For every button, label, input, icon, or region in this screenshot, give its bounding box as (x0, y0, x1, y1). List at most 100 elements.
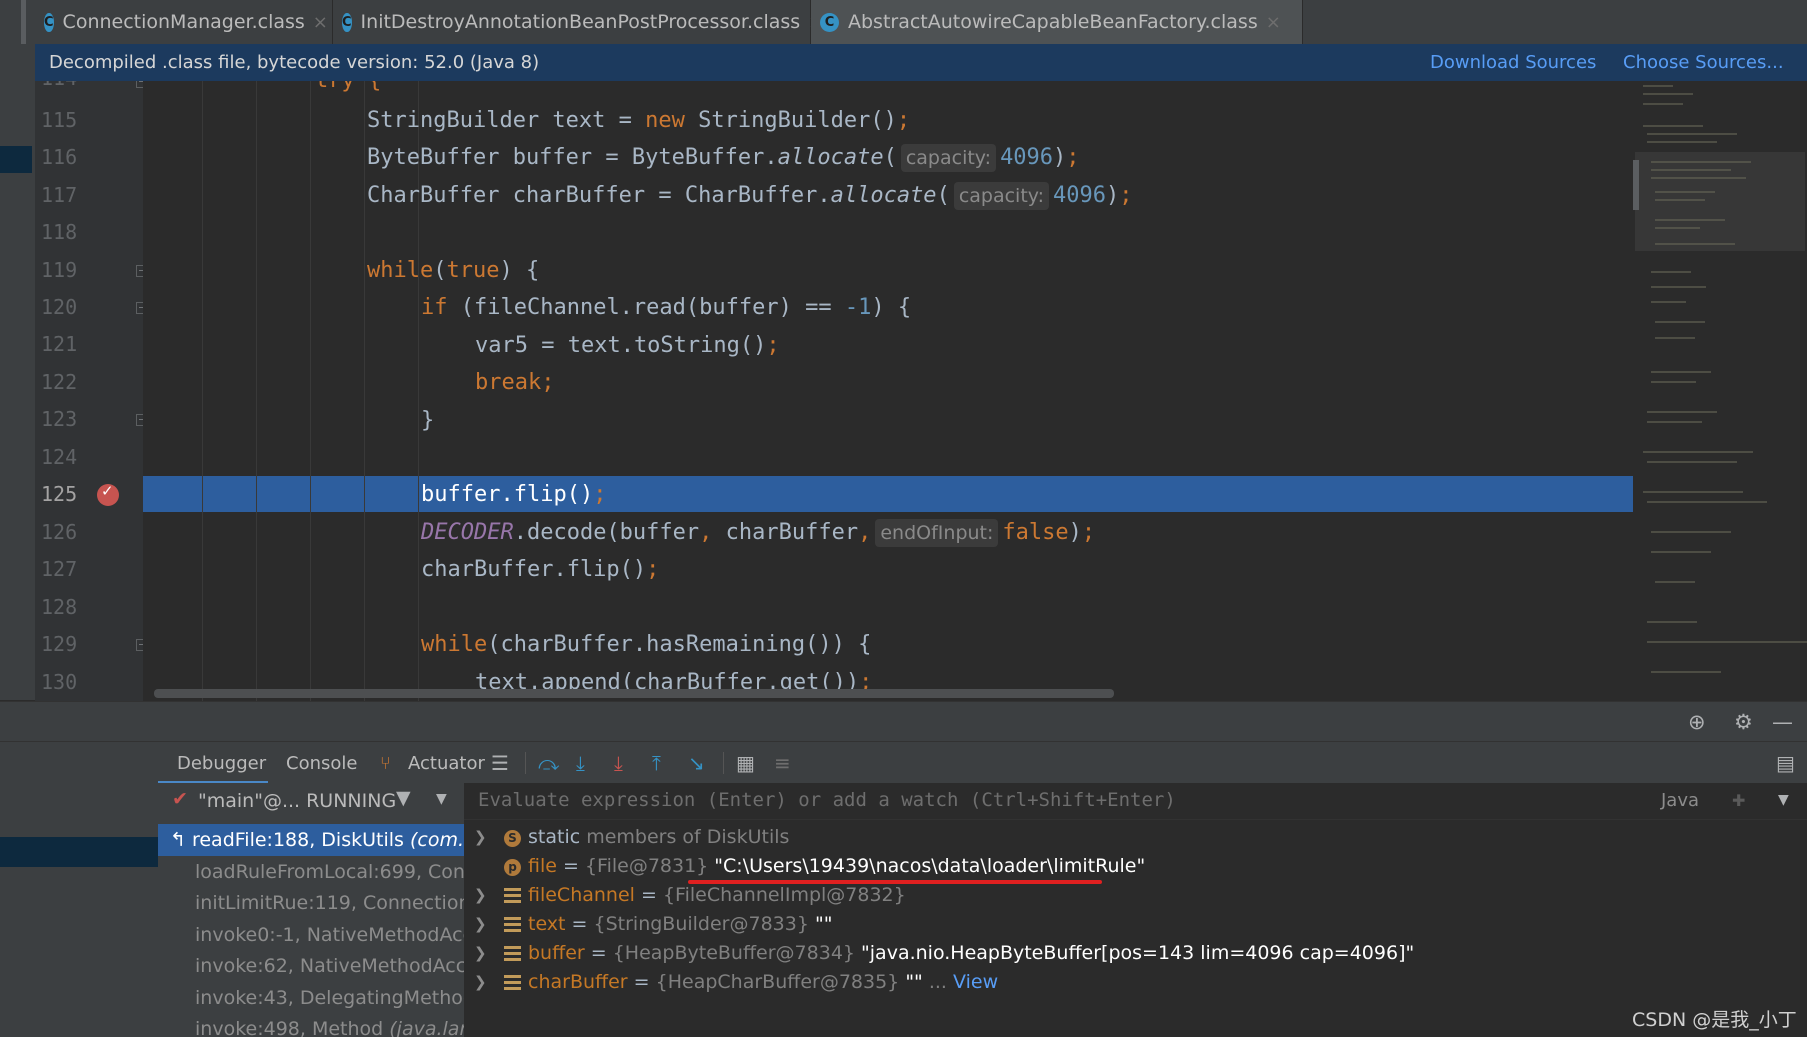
code-line-125: buffer.flip(); (421, 477, 606, 513)
tab-init-destroy[interactable]: C InitDestroyAnnotationBeanPostProcessor… (333, 0, 823, 44)
line-number: 116 (41, 145, 78, 169)
thread-selector[interactable]: ✔ "main"@... RUNNING ▼ ▼ (158, 783, 464, 819)
equals: = (584, 942, 613, 964)
fold-marker[interactable] (136, 265, 143, 277)
static-icon: S (504, 830, 521, 847)
keyword: break (475, 370, 542, 395)
expand-arrow-icon[interactable]: ❯ (474, 881, 487, 910)
tab-label: AbstractAutowireCapableBeanFactory.class (848, 11, 1258, 33)
code-line-129: while(charBuffer.hasRemaining()) { (421, 627, 871, 663)
chevron-down-icon[interactable]: ▼ (1778, 792, 1789, 808)
line-number: 123 (41, 407, 78, 431)
view-link[interactable]: View (947, 971, 998, 993)
code-text: ) (1053, 145, 1067, 170)
variable-ref: {HeapByteBuffer@7834} (612, 942, 855, 964)
code-line-115: StringBuilder text = new StringBuilder()… (367, 103, 910, 139)
minimap-viewport[interactable] (1635, 152, 1805, 251)
stack-frame[interactable]: loadRuleFromLocal:699, Conne (158, 856, 464, 888)
layout-icon[interactable]: ▤ (1776, 751, 1795, 775)
expand-arrow-icon[interactable]: ❯ (474, 968, 487, 997)
variable-name: buffer (528, 942, 585, 964)
minimize-icon[interactable]: — (1772, 710, 1793, 734)
stack-frame[interactable]: initLimitRue:119, ConnectionM (158, 887, 464, 919)
static-members-label: members of DiskUtils (580, 826, 790, 848)
line-number: 121 (41, 332, 78, 356)
filter-icon[interactable]: ▼ (396, 787, 411, 809)
expand-arrow-icon[interactable]: ❯ (474, 823, 487, 852)
tab-console[interactable]: Console (286, 753, 357, 774)
threads-icon[interactable]: ☰ (491, 751, 509, 775)
tab-abstract-autowire[interactable]: C AbstractAutowireCapableBeanFactory.cla… (811, 0, 1303, 44)
close-icon[interactable]: × (1266, 12, 1281, 33)
close-icon[interactable]: × (313, 12, 328, 33)
language-selector[interactable]: Java (1661, 790, 1699, 811)
chevron-down-icon[interactable]: ▼ (436, 791, 447, 807)
comma: , (858, 520, 872, 545)
evaluate-bar[interactable]: Evaluate expression (Enter) or add a wat… (464, 783, 1807, 820)
fold-marker[interactable] (136, 302, 143, 314)
expand-arrow-icon[interactable]: ❯ (474, 939, 487, 968)
breakpoint-icon[interactable] (97, 482, 119, 506)
code-minimap[interactable] (1633, 81, 1807, 701)
code-text: buffer.flip() (421, 482, 594, 507)
variable-value: "C:\Users\19439\nacos\data\loader\limitR… (708, 855, 1146, 877)
editor-tab-bar: C ConnectionManager.class × C InitDestro… (35, 0, 1807, 45)
frame-label: readFile:188, DiskUtils (191, 829, 404, 851)
code-text: ( (883, 145, 897, 170)
semicolon: ; (1119, 183, 1133, 208)
vertical-scrollbar[interactable] (1633, 160, 1639, 210)
frame-package: (com.ali (409, 829, 464, 851)
ellipsis: ... (922, 971, 947, 993)
choose-sources-link[interactable]: Choose Sources... (1623, 52, 1784, 73)
step-out-icon[interactable]: ⤒ (652, 751, 661, 775)
download-sources-link[interactable]: Download Sources (1430, 52, 1596, 73)
stack-frame[interactable]: invoke0:-1, NativeMethodAcce (158, 919, 464, 951)
fold-marker[interactable] (136, 81, 143, 88)
debug-panel-header: ⊕ ⚙ — (0, 701, 1807, 742)
code-line-123: } (421, 403, 434, 439)
gear-icon[interactable]: ⚙ (1734, 710, 1753, 734)
code-text: ByteBuffer buffer = ByteBuffer. (367, 145, 778, 170)
watermark: CSDN @是我_小丁 (1632, 1009, 1797, 1031)
tab-actuator[interactable]: Actuator (408, 753, 485, 774)
code-text: ) (1106, 183, 1120, 208)
force-step-into-icon[interactable]: ⤓ (614, 751, 623, 775)
indent-guide (256, 81, 257, 701)
add-watch-icon[interactable]: ✚ (1732, 791, 1745, 810)
line-number: 124 (41, 445, 78, 469)
fold-marker[interactable] (136, 639, 143, 651)
code-editor[interactable]: try { StringBuilder text = new StringBui… (143, 81, 1633, 701)
semicolon: ; (593, 482, 607, 507)
current-line-highlight (143, 476, 1633, 512)
current-line-number: 125 (41, 482, 78, 506)
evaluate-input[interactable]: Evaluate expression (Enter) or add a wat… (478, 789, 1176, 811)
static-keyword: static (528, 826, 581, 848)
fold-marker[interactable] (136, 414, 143, 426)
comma: , (699, 520, 713, 545)
tab-label: ConnectionManager.class (62, 11, 305, 33)
expand-arrow-icon[interactable]: ❯ (474, 910, 487, 939)
debug-left-strip (0, 783, 158, 1037)
code-line-126: DECODER.decode(buffer, charBuffer, endOfI… (421, 515, 1095, 551)
strip-selection (0, 146, 32, 173)
step-over-icon[interactable]: ⤼ (538, 751, 559, 775)
line-number: 128 (41, 595, 78, 619)
decompiled-banner: Decompiled .class file, bytecode version… (35, 44, 1807, 81)
target-icon[interactable]: ⊕ (1688, 710, 1706, 734)
code-text: ( (433, 258, 447, 283)
run-to-cursor-icon[interactable]: ↘ (688, 751, 705, 775)
code-line-127: charBuffer.flip(); (421, 552, 659, 588)
step-into-icon[interactable]: ⤓ (576, 751, 585, 775)
trace-icon[interactable]: ≡ (774, 751, 791, 775)
horizontal-scrollbar[interactable] (154, 689, 1114, 698)
tab-connection-manager[interactable]: C ConnectionManager.class × (35, 0, 333, 44)
keyword: try { (315, 81, 381, 93)
stack-frame[interactable]: ↰ readFile:188, DiskUtils (com.ali (158, 824, 464, 856)
method-name: allocate (777, 145, 884, 170)
semicolon: ; (896, 108, 911, 133)
evaluate-icon[interactable]: ▦ (736, 751, 755, 775)
stack-frame[interactable]: invoke:43, DelegatingMethodA (158, 982, 464, 1014)
tab-debugger[interactable]: Debugger (177, 753, 266, 774)
stack-frame[interactable]: invoke:498, Method (java.lang. (158, 1013, 464, 1037)
stack-frame[interactable]: invoke:62, NativeMethodAcces (158, 950, 464, 982)
